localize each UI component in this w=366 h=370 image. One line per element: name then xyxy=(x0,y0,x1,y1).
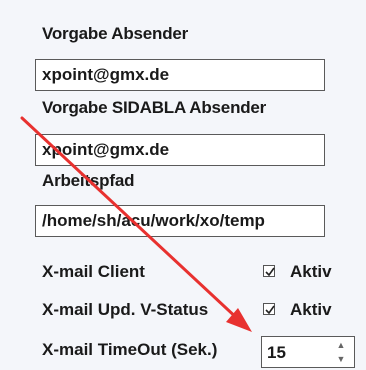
xmail-upd-checkbox-label[interactable]: Aktiv xyxy=(290,300,332,320)
checkmark-icon xyxy=(265,305,275,315)
checkmark-icon xyxy=(265,267,275,277)
xmail-client-label: X-mail Client xyxy=(42,262,145,281)
timeout-value[interactable]: 15 xyxy=(267,343,286,363)
xmail-upd-label: X-mail Upd. V-Status xyxy=(42,300,209,319)
xmail-client-checkbox[interactable] xyxy=(263,265,275,277)
sidabla-sender-input[interactable]: xpoint@gmx.de xyxy=(35,134,325,166)
arrow-head xyxy=(226,308,252,332)
settings-panel: Vorgabe Absender xpoint@gmx.de Vorgabe S… xyxy=(0,0,366,370)
xmail-client-checkbox-label[interactable]: Aktiv xyxy=(290,262,332,282)
timeout-label: X-mail TimeOut (Sek.) xyxy=(42,340,218,359)
timeout-spinner[interactable]: 15 ▲ ▼ xyxy=(261,336,355,368)
sender-default-label: Vorgabe Absender xyxy=(42,24,189,43)
workpath-input[interactable]: /home/sh/acu/work/xo/temp xyxy=(35,205,325,237)
sender-default-input[interactable]: xpoint@gmx.de xyxy=(35,59,325,91)
spin-down-icon[interactable]: ▼ xyxy=(332,353,350,366)
spin-up-icon[interactable]: ▲ xyxy=(332,339,350,352)
workpath-label: Arbeitspfad xyxy=(42,171,135,190)
sidabla-sender-label: Vorgabe SIDABLA Absender xyxy=(42,98,267,117)
xmail-upd-checkbox[interactable] xyxy=(263,303,275,315)
